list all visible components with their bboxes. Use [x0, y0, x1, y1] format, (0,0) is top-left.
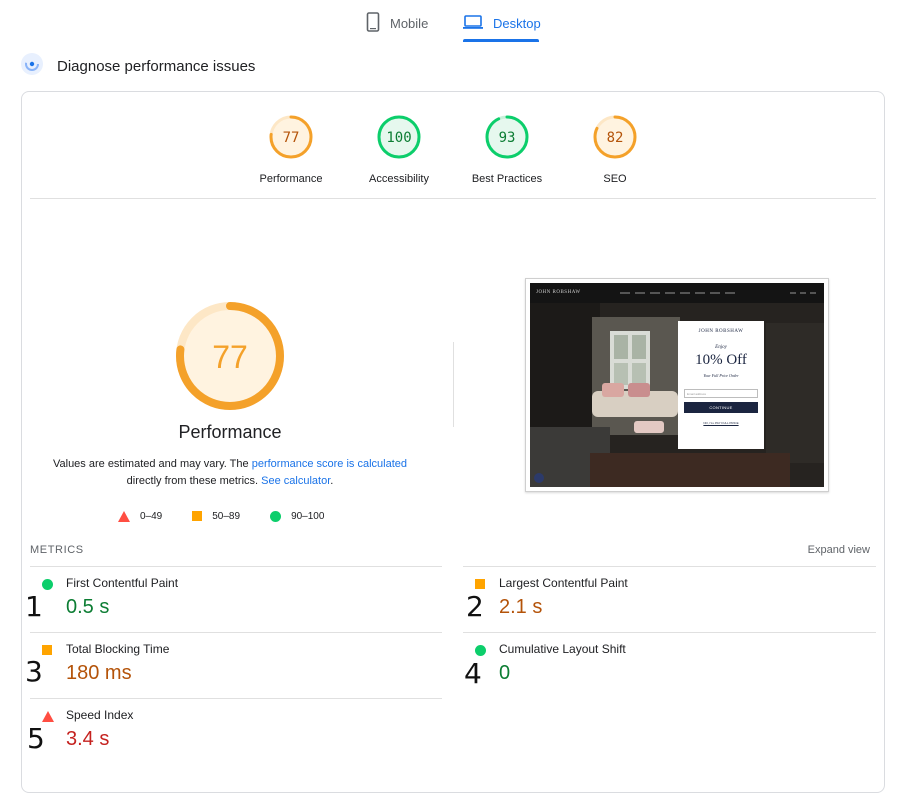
metric-si-name: Speed Index — [66, 708, 134, 722]
metrics-divider — [463, 566, 876, 567]
metrics-header: METRICS — [30, 544, 84, 556]
screenshot-room-image — [530, 303, 824, 487]
performance-gauge-large: 77 — [162, 288, 298, 429]
score-calculated-link[interactable]: performance score is calculated — [252, 458, 407, 470]
note-end: . — [330, 475, 334, 487]
handwritten-number: 5 — [27, 722, 45, 755]
laptop-icon — [463, 14, 483, 33]
legend-average: 50–89 — [192, 511, 240, 522]
metric-fcp: First Contentful Paint 0.5 s — [30, 568, 430, 628]
metric-cls-name: Cumulative Layout Shift — [499, 642, 626, 656]
popup-offer: 10% Off — [695, 352, 747, 368]
metric-lcp: Largest Contentful Paint 2.1 s — [463, 568, 863, 628]
pass-circle-icon — [475, 645, 486, 656]
legend-pass: 90–100 — [270, 510, 325, 522]
handwritten-number: 1 — [25, 590, 43, 623]
gauge-accessibility[interactable]: 100 Accessibility — [344, 114, 454, 185]
gauge-accessibility-ring: 100 — [377, 115, 421, 159]
gauge-performance-ring: 77 — [269, 115, 313, 159]
see-calculator-link[interactable]: See calculator — [261, 475, 330, 487]
gauge-best-practices[interactable]: 93 Best Practices — [452, 114, 562, 185]
performance-score-large: 77 — [212, 339, 248, 375]
performance-title: Performance — [178, 422, 282, 442]
screenshot-chat-badge — [534, 473, 544, 483]
vertical-divider — [453, 342, 454, 427]
metric-si: Speed Index 3.4 s — [30, 700, 430, 760]
report-card: 77 Performance 100 Accessibility 93 Best… — [21, 91, 885, 793]
gauge-accessibility-label: Accessibility — [369, 173, 429, 185]
metric-si-value: 3.4 s — [66, 728, 110, 750]
smartphone-icon — [366, 11, 380, 35]
gauge-performance[interactable]: 77 Performance — [236, 114, 346, 185]
metric-tbt-value: 180 ms — [66, 662, 132, 684]
legend-fail-label: 0–49 — [140, 510, 163, 522]
metrics-divider — [463, 632, 876, 633]
note-text-2: directly from these metrics. — [126, 475, 262, 487]
performance-note: Values are estimated and may vary. The p… — [42, 456, 418, 490]
gauge-seo[interactable]: 82 SEO — [560, 114, 670, 185]
legend-fail: 0–49 — [118, 510, 163, 522]
popup-no-thanks-link: NO, I'LL PAY FULL PRICE — [703, 421, 739, 425]
handwritten-number: 4 — [464, 657, 482, 690]
score-legend: 0–49 50–89 90–100 — [118, 508, 354, 524]
expand-view-button[interactable]: Expand view — [808, 544, 870, 556]
gauge-performance-score: 77 — [283, 130, 300, 146]
diagnose-header: Diagnose performance issues — [20, 52, 256, 81]
gauge-accessibility-score: 100 — [386, 130, 411, 146]
note-text: Values are estimated and may vary. The — [52, 458, 252, 470]
tab-mobile[interactable]: Mobile — [366, 6, 428, 40]
legend-average-label: 50–89 — [212, 510, 241, 522]
metric-lcp-value: 2.1 s — [499, 596, 543, 618]
active-tab-indicator — [463, 39, 539, 42]
popup-full-price: Your Full Price Order — [703, 373, 739, 378]
screenshot-nav-links — [620, 292, 816, 294]
metrics-divider — [30, 632, 442, 633]
screenshot-navbar: JOHN ROBSHAW — [530, 283, 824, 303]
metrics-divider — [30, 566, 442, 567]
screenshot-popup: JOHN ROBSHAW Enjoy 10% Off Your Full Pri… — [678, 321, 764, 449]
metric-cls: Cumulative Layout Shift 0 — [463, 634, 863, 694]
pass-circle-icon — [42, 579, 53, 590]
triangle-icon — [118, 510, 130, 522]
tab-desktop[interactable]: Desktop — [463, 6, 541, 40]
metric-tbt: Total Blocking Time 180 ms — [30, 634, 430, 694]
gauge-best-practices-ring: 93 — [485, 115, 529, 159]
category-gauges: 77 Performance 100 Accessibility 93 Best… — [22, 92, 884, 198]
metric-cls-value: 0 — [499, 662, 511, 684]
circle-icon — [270, 510, 282, 522]
diagnose-icon — [20, 52, 44, 81]
metric-fcp-name: First Contentful Paint — [66, 576, 179, 590]
tab-desktop-label: Desktop — [493, 15, 541, 31]
average-square-icon — [475, 579, 485, 589]
average-square-icon — [42, 645, 52, 655]
gauge-best-practices-score: 93 — [499, 130, 516, 146]
popup-brand: JOHN ROBSHAW — [698, 329, 744, 334]
popup-continue-button: CONTINUE — [684, 402, 758, 413]
gauge-seo-label: SEO — [603, 173, 627, 185]
diagnose-title: Diagnose performance issues — [57, 57, 256, 75]
metric-lcp-name: Largest Contentful Paint — [499, 576, 628, 590]
page-screenshot[interactable]: JOHN ROBSHAW JOHN ROBSHAW Enjoy 10% Off … — [525, 278, 829, 492]
metric-fcp-value: 0.5 s — [66, 596, 110, 618]
gauges-divider — [30, 198, 876, 199]
device-tabs: Mobile Desktop — [0, 0, 917, 42]
popup-email-field: Email address — [684, 389, 758, 398]
gauge-seo-score: 82 — [607, 130, 624, 146]
screenshot-content: JOHN ROBSHAW JOHN ROBSHAW Enjoy 10% Off … — [530, 283, 824, 487]
metric-tbt-name: Total Blocking Time — [66, 642, 170, 656]
tab-mobile-label: Mobile — [390, 15, 429, 31]
handwritten-number: 3 — [25, 655, 43, 688]
metrics-divider — [30, 698, 442, 699]
handwritten-number: 2 — [466, 590, 484, 623]
popup-enjoy: Enjoy — [715, 345, 727, 350]
gauge-performance-label: Performance — [259, 173, 323, 185]
gauge-best-practices-label: Best Practices — [471, 173, 543, 185]
legend-pass-label: 90–100 — [291, 510, 325, 522]
gauge-seo-ring: 82 — [593, 115, 637, 159]
square-icon — [192, 511, 203, 521]
fail-triangle-icon — [42, 711, 54, 722]
